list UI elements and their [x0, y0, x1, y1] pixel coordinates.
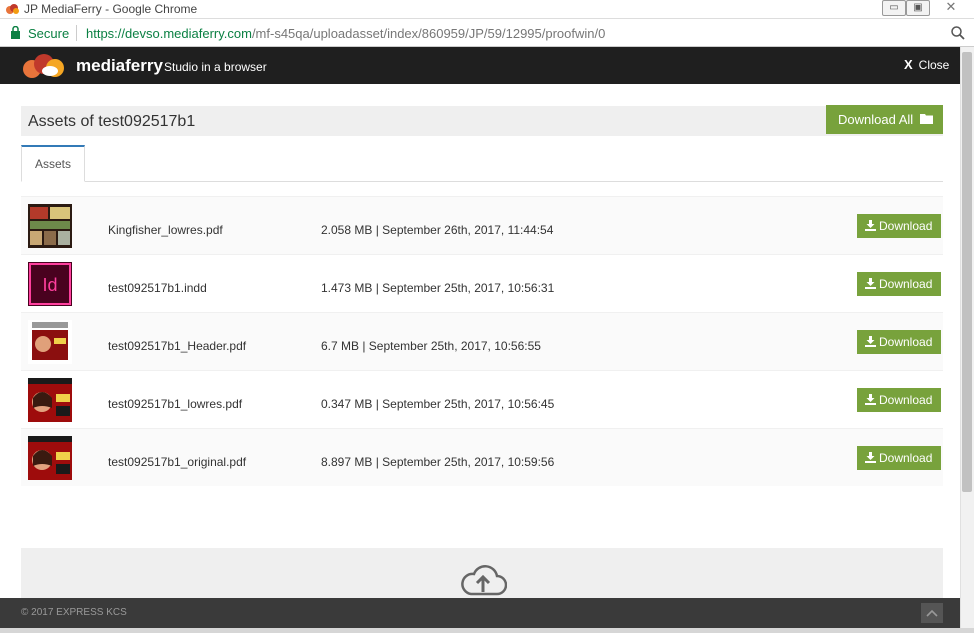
address-bar[interactable]: Secure https://devso.mediaferry.com/mf-s…: [0, 20, 974, 47]
indesign-thumbnail[interactable]: Id: [28, 262, 72, 306]
back-to-top-button[interactable]: [921, 603, 943, 623]
download-label: Download: [879, 219, 933, 233]
asset-row: Id test092517b1.indd 1.473 MB | Septembe…: [21, 254, 943, 312]
download-button[interactable]: Download: [857, 388, 941, 412]
asset-meta: 2.058 MB | September 26th, 2017, 11:44:5…: [321, 223, 554, 237]
download-icon: [865, 452, 876, 463]
chevron-up-icon: [926, 609, 938, 617]
download-label: Download: [879, 277, 933, 291]
asset-row: test092517b1_original.pdf 8.897 MB | Sep…: [21, 428, 943, 486]
lock-icon: [11, 26, 20, 39]
tab-assets[interactable]: Assets: [21, 145, 85, 182]
close-label: Close: [918, 58, 950, 72]
url-path: /mf-s45qa/uploadasset/index/860959/JP/59…: [251, 26, 606, 41]
asset-meta: 1.473 MB | September 25th, 2017, 10:56:3…: [321, 281, 555, 295]
footer: © 2017 EXPRESS KCS: [0, 598, 960, 628]
close-button[interactable]: X Close: [904, 57, 949, 72]
asset-name: test092517b1_lowres.pdf: [108, 397, 243, 411]
close-icon: X: [904, 57, 913, 72]
window-title: JP MediaFerry - Google Chrome: [24, 2, 198, 16]
mediaferry-app-icon: [6, 4, 19, 14]
download-button[interactable]: Download: [857, 272, 941, 296]
asset-name: test092517b1_Header.pdf: [108, 339, 247, 353]
scrollbar-thumb[interactable]: [962, 52, 972, 492]
asset-row: test092517b1_Header.pdf 6.7 MB | Septemb…: [21, 312, 943, 370]
asset-row: Kingfisher_lowres.pdf 2.058 MB | Septemb…: [21, 196, 943, 254]
asset-name: test092517b1_original.pdf: [108, 455, 247, 469]
mediaferry-logo-icon: [23, 54, 64, 78]
cloud-upload-icon[interactable]: [459, 562, 507, 598]
brand-name: mediaferry: [76, 56, 163, 75]
secure-label: Secure: [28, 26, 70, 41]
window-bottom-edge: [0, 628, 974, 633]
asset-name: Kingfisher_lowres.pdf: [108, 223, 223, 237]
asset-name: test092517b1.indd: [108, 281, 207, 295]
asset-meta: 8.897 MB | September 25th, 2017, 10:59:5…: [321, 455, 555, 469]
asset-meta: 6.7 MB | September 25th, 2017, 10:56:55: [321, 339, 541, 353]
address-separator: [76, 25, 77, 41]
download-label: Download: [879, 393, 933, 407]
download-icon: [865, 278, 876, 289]
download-icon: [865, 394, 876, 405]
window-titlebar: JP MediaFerry - Google Chrome ▭ ▣ ✕: [0, 0, 974, 19]
url-host: https://devso.mediaferry.com: [86, 26, 252, 41]
asset-row: test092517b1_lowres.pdf 0.347 MB | Septe…: [21, 370, 943, 428]
download-icon: [865, 336, 876, 347]
asset-meta: 0.347 MB | September 25th, 2017, 10:56:4…: [321, 397, 555, 411]
download-all-button[interactable]: Download All: [826, 105, 943, 134]
upload-dropzone[interactable]: [21, 548, 943, 598]
download-button[interactable]: Download: [857, 330, 941, 354]
download-icon: [865, 220, 876, 231]
pdf-thumbnail[interactable]: [28, 204, 72, 248]
download-label: Download: [879, 335, 933, 349]
folder-icon: [920, 114, 933, 124]
download-button[interactable]: Download: [857, 214, 941, 238]
brand-tagline: Studio in a browser: [164, 60, 267, 74]
tab-bar: Assets: [21, 145, 943, 182]
window-close-button[interactable]: ✕: [934, 0, 968, 16]
page-title: Assets of test092517b1: [28, 113, 196, 130]
header-pdf-thumbnail[interactable]: [28, 320, 72, 364]
download-button[interactable]: Download: [857, 446, 941, 470]
window-maximize-button[interactable]: ▣: [906, 0, 930, 16]
magazine-pdf-thumbnail[interactable]: [28, 436, 72, 480]
svg-text:Id: Id: [42, 275, 57, 295]
magnifier-icon[interactable]: [950, 25, 966, 41]
url-text[interactable]: https://devso.mediaferry.com/mf-s45qa/up…: [86, 26, 605, 41]
download-all-label: Download All: [838, 112, 914, 127]
copyright-text: © 2017 EXPRESS KCS: [21, 607, 127, 618]
magazine-pdf-thumbnail[interactable]: [28, 378, 72, 422]
download-label: Download: [879, 451, 933, 465]
panel-header: Assets of test092517b1: [21, 106, 943, 136]
window-minimize-button[interactable]: ▭: [882, 0, 906, 16]
app-header: mediaferry Studio in a browser X Close: [0, 47, 960, 84]
